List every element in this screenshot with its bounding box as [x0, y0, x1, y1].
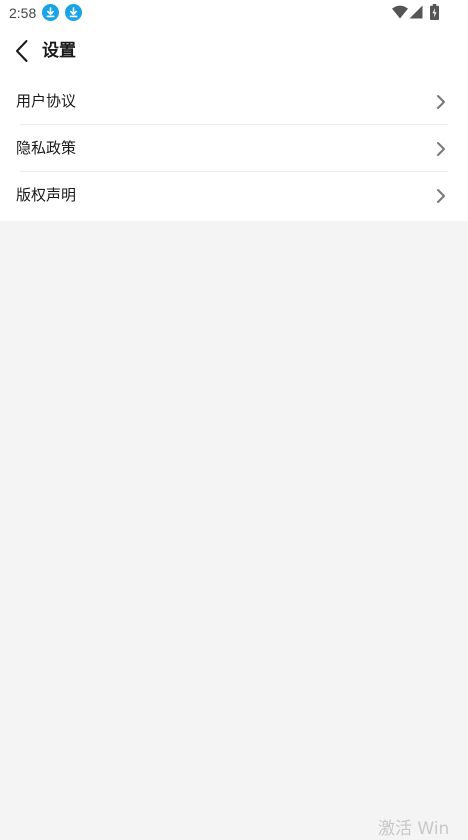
chevron-right-icon [437, 95, 445, 109]
menu-item-label: 版权声明 [16, 186, 77, 204]
menu-item-label: 隐私政策 [16, 139, 77, 157]
app-header: 设置 [0, 26, 468, 78]
menu-item-label: 用户协议 [16, 92, 77, 110]
menu-item-privacy-policy[interactable]: 隐私政策 [0, 125, 468, 172]
menu-item-copyright-notice[interactable]: 版权声明 [0, 172, 468, 219]
page-title: 设置 [42, 41, 76, 61]
activation-watermark: 激活 Win [378, 819, 450, 839]
back-button[interactable] [8, 36, 36, 66]
cellular-signal-icon [409, 5, 423, 19]
battery-charging-icon [430, 4, 439, 20]
settings-menu-list: 用户协议 隐私政策 版权声明 [0, 78, 468, 221]
chevron-right-icon [437, 189, 445, 203]
status-bar: 2:58 [0, 0, 468, 26]
list-end [0, 219, 468, 221]
menu-item-user-agreement[interactable]: 用户协议 [0, 78, 468, 125]
wifi-icon [392, 5, 408, 19]
status-time: 2:58 [9, 5, 37, 21]
chevron-right-icon [437, 142, 445, 156]
download-icon [65, 4, 82, 21]
chevron-left-icon [16, 40, 28, 62]
download-icon [42, 4, 59, 21]
